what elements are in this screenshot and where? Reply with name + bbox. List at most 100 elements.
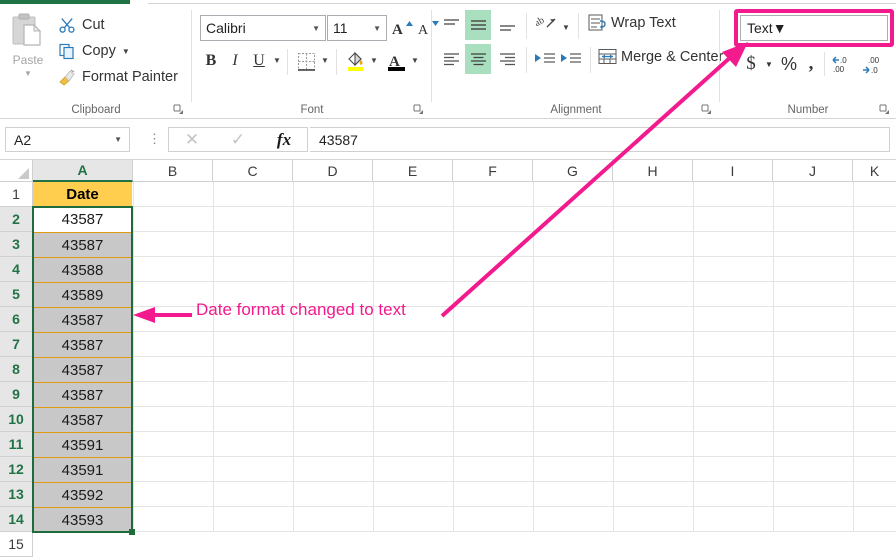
gridline (853, 182, 854, 532)
orientation-dropdown-caret-icon[interactable]: ▼ (560, 15, 572, 39)
row-header-14[interactable]: 14 (0, 507, 33, 532)
decrease-indent-button[interactable] (532, 47, 558, 71)
select-all-button[interactable] (0, 160, 33, 182)
column-header-b[interactable]: B (133, 160, 213, 182)
cell-a4[interactable]: 43588 (33, 257, 132, 282)
cancel-icon[interactable]: ✕ (169, 130, 215, 150)
paste-dropdown-caret-icon[interactable]: ▼ (4, 70, 52, 78)
increase-font-size-button[interactable]: A (390, 16, 414, 40)
column-header-g[interactable]: G (533, 160, 613, 182)
chevron-down-icon[interactable]: ▼ (114, 135, 122, 144)
font-size-combo[interactable]: 11 ▼ (327, 15, 387, 41)
fill-color-button[interactable] (343, 48, 367, 74)
row-header-1[interactable]: 1 (0, 182, 33, 207)
column-header-f[interactable]: F (453, 160, 533, 182)
cell-a7[interactable]: 43587 (33, 332, 132, 357)
cell-a1[interactable]: Date (33, 182, 132, 207)
borders-dropdown-caret-icon[interactable]: ▼ (319, 53, 331, 67)
row-header-3[interactable]: 3 (0, 232, 33, 257)
cut-button[interactable]: Cut (56, 13, 105, 37)
cell-a8[interactable]: 43587 (33, 357, 132, 382)
cell-a3[interactable]: 43587 (33, 232, 132, 257)
font-dialog-launcher[interactable] (413, 104, 424, 115)
number-dialog-launcher[interactable] (879, 104, 890, 115)
align-left-button[interactable] (438, 47, 464, 71)
decrease-decimal-button[interactable]: .00 .0 (860, 52, 886, 76)
percent-label: % (780, 53, 797, 74)
gridline (133, 281, 896, 282)
svg-text:A: A (392, 22, 403, 38)
column-header-d[interactable]: D (293, 160, 373, 182)
column-header-i[interactable]: I (693, 160, 773, 182)
column-header-j[interactable]: J (773, 160, 853, 182)
column-header-a[interactable]: A (33, 160, 133, 182)
cell-a11[interactable]: 43591 (33, 432, 132, 457)
wrap-text-button[interactable]: Wrap Text (586, 13, 676, 33)
paste-button[interactable]: Paste ▼ (4, 11, 52, 95)
increase-decimal-button[interactable]: .0 .00 (830, 52, 856, 76)
fill-handle[interactable] (129, 529, 135, 535)
enter-icon[interactable]: ✓ (215, 130, 261, 150)
row-header-13[interactable]: 13 (0, 482, 33, 507)
increase-indent-button[interactable] (558, 47, 584, 71)
underline-dropdown-caret-icon[interactable]: ▼ (271, 53, 283, 67)
italic-button[interactable]: I (224, 49, 246, 73)
borders-button[interactable] (294, 49, 318, 73)
group-separator (526, 13, 527, 39)
row-header-7[interactable]: 7 (0, 332, 33, 357)
percent-format-button[interactable]: % (778, 52, 800, 76)
underline-button[interactable]: U (248, 49, 270, 73)
number-format-combo[interactable]: Text ▼ (740, 15, 888, 41)
comma-format-button[interactable]: , (802, 52, 820, 76)
align-center-button[interactable] (465, 44, 491, 74)
cell-a6[interactable]: 43587 (33, 307, 132, 332)
insert-function-icon[interactable]: fx (261, 130, 307, 150)
row-header-4[interactable]: 4 (0, 257, 33, 282)
cut-label: Cut (82, 17, 105, 33)
accounting-dropdown-caret-icon[interactable]: ▼ (763, 57, 775, 71)
fill-color-dropdown-caret-icon[interactable]: ▼ (368, 53, 380, 67)
font-color-button[interactable]: A (384, 48, 408, 74)
row-header-15[interactable]: 15 (0, 532, 33, 557)
format-painter-button[interactable]: Format Painter (56, 65, 178, 89)
column-header-h[interactable]: H (613, 160, 693, 182)
copy-button[interactable]: Copy ▼ (56, 39, 130, 63)
clipboard-dialog-launcher[interactable] (173, 104, 184, 115)
cell-a12[interactable]: 43591 (33, 457, 132, 482)
font-color-dropdown-caret-icon[interactable]: ▼ (409, 53, 421, 67)
copy-dropdown-caret-icon[interactable]: ▼ (122, 47, 130, 56)
column-header-c[interactable]: C (213, 160, 293, 182)
row-header-9[interactable]: 9 (0, 382, 33, 407)
align-bottom-button[interactable] (494, 13, 520, 37)
alignment-dialog-launcher[interactable] (701, 104, 712, 115)
chevron-down-icon[interactable]: ▼ (373, 24, 381, 33)
cell-a14[interactable]: 43593 (33, 507, 132, 532)
chevron-down-icon[interactable]: ▼ (312, 24, 320, 33)
cell-a5[interactable]: 43589 (33, 282, 132, 307)
cell-a2[interactable]: 43587 (33, 207, 132, 232)
merge-and-center-button[interactable]: Merge & Center ▼ (596, 47, 737, 67)
chevron-down-icon[interactable]: ▼ (773, 20, 787, 36)
cell-a13[interactable]: 43592 (33, 482, 132, 507)
column-header-e[interactable]: E (373, 160, 453, 182)
row-header-12[interactable]: 12 (0, 457, 33, 482)
cell-a9[interactable]: 43587 (33, 382, 132, 407)
row-header-8[interactable]: 8 (0, 357, 33, 382)
formula-input[interactable]: 43587 (310, 127, 890, 152)
accounting-format-button[interactable]: $ (740, 52, 762, 76)
row-header-5[interactable]: 5 (0, 282, 33, 307)
row-header-6[interactable]: 6 (0, 307, 33, 332)
align-top-button[interactable] (438, 13, 464, 37)
bold-label: B (205, 52, 217, 69)
align-middle-button[interactable] (465, 10, 491, 40)
row-header-10[interactable]: 10 (0, 407, 33, 432)
font-name-combo[interactable]: Calibri ▼ (200, 15, 326, 41)
row-header-11[interactable]: 11 (0, 432, 33, 457)
align-right-button[interactable] (494, 47, 520, 71)
column-header-k[interactable]: K (853, 160, 896, 182)
bold-button[interactable]: B (200, 49, 222, 73)
row-header-2[interactable]: 2 (0, 207, 33, 232)
name-box[interactable]: A2 ▼ (5, 127, 130, 152)
cell-a10[interactable]: 43587 (33, 407, 132, 432)
orientation-button[interactable]: ab (534, 11, 560, 35)
